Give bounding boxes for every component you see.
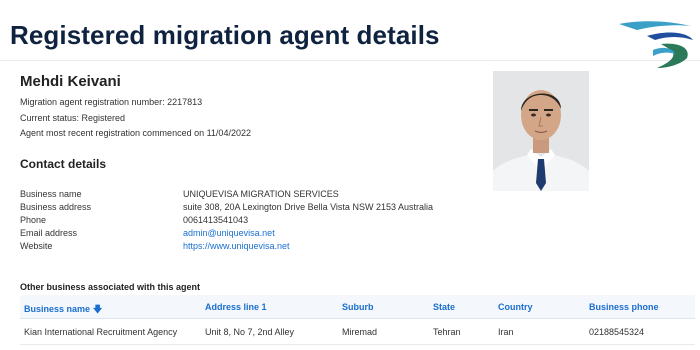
page-title: Registered migration agent details — [10, 20, 440, 50]
email-label: Email address — [20, 228, 78, 238]
arrow-down-icon[interactable]: 🡇 — [93, 302, 102, 318]
other-business-heading: Other business associated with this agen… — [20, 282, 201, 292]
swoosh-logo-icon — [619, 21, 693, 68]
table-header: Business name 🡇 Address line 1 Suburb Sta… — [20, 295, 695, 319]
cell-state: Tehran — [433, 327, 461, 337]
phone-value: 0061413541043 — [183, 215, 249, 225]
business-address-value: suite 308, 20A Lexington Drive Bella Vis… — [183, 202, 433, 212]
email-link[interactable]: admin@uniquevisa.net — [183, 228, 275, 238]
phone-label: Phone — [20, 215, 47, 225]
column-header-suburb[interactable]: Suburb — [342, 302, 374, 312]
column-header-country[interactable]: Country — [498, 302, 533, 312]
table-row: Kian International Recruitment Agency Un… — [20, 320, 695, 345]
website-link[interactable]: https://www.uniquevisa.net — [183, 241, 290, 251]
column-header-business-name[interactable]: Business name 🡇 — [24, 302, 102, 318]
cell-business-name: Kian International Recruitment Agency — [24, 327, 178, 337]
registration-number: Migration agent registration number: 221… — [20, 97, 203, 107]
registration-commenced: Agent most recent registration commenced… — [20, 128, 251, 138]
title-divider — [0, 60, 700, 61]
cell-suburb: Miremad — [342, 327, 378, 337]
current-status: Current status: Registered — [20, 113, 126, 123]
column-header-address-line-1[interactable]: Address line 1 — [205, 302, 267, 312]
column-header-state[interactable]: State — [433, 302, 455, 312]
cell-business-phone: 02188545324 — [589, 327, 645, 337]
contact-details-heading: Contact details — [20, 157, 107, 171]
cell-address-line-1: Unit 8, No 7, 2nd Alley — [205, 327, 295, 337]
column-header-label: Business name — [24, 304, 91, 314]
website-label: Website — [20, 241, 53, 251]
agent-name: Mehdi Keivani — [20, 73, 121, 90]
agent-photo — [493, 71, 589, 191]
business-name-value: UNIQUEVISA MIGRATION SERVICES — [183, 189, 339, 199]
business-address-label: Business address — [20, 202, 92, 212]
business-name-label: Business name — [20, 189, 82, 199]
column-header-business-phone[interactable]: Business phone — [589, 302, 659, 312]
cell-country: Iran — [498, 327, 514, 337]
other-business-table: Business name 🡇 Address line 1 Suburb Sta… — [20, 295, 695, 345]
